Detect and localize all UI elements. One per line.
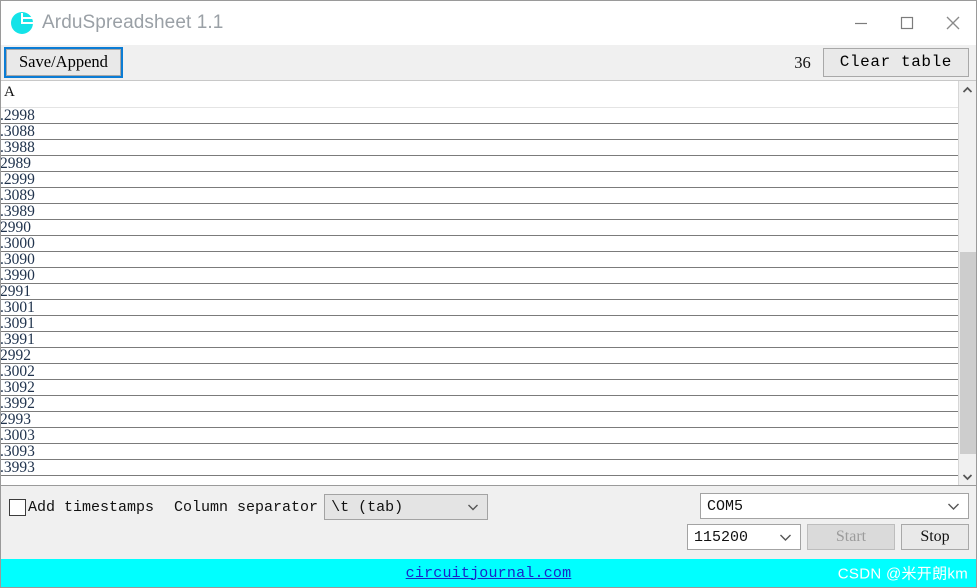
baud-rate-value: 115200	[694, 528, 749, 546]
window-controls	[838, 1, 976, 45]
bottom-panel: Add timestamps Column separator \t (tab)…	[1, 485, 976, 559]
scroll-down-button[interactable]	[959, 468, 976, 485]
minimize-icon	[853, 15, 869, 31]
arduspreadsheet-logo-icon	[11, 12, 33, 34]
table-cell: .3989	[1, 204, 35, 220]
serial-controls: COM5 115200 Start Stop	[687, 493, 969, 550]
table-cell: .3090	[1, 252, 35, 268]
add-timestamps-label: Add timestamps	[28, 498, 155, 516]
table-cell: .3003	[1, 428, 35, 444]
stop-button[interactable]: Stop	[901, 524, 969, 550]
chevron-down-icon	[467, 503, 487, 511]
table-row[interactable]: .3993	[1, 460, 958, 476]
watermark-label: CSDN @米开朗km	[837, 565, 968, 583]
table-cell: .3001	[1, 300, 35, 316]
column-separator-select[interactable]: \t (tab)	[324, 494, 489, 520]
column-separator-value: \t (tab)	[331, 498, 404, 516]
table-cell: .3991	[1, 332, 35, 348]
table-cell: 2990	[1, 220, 31, 236]
table-cell: .3002	[1, 364, 35, 380]
table-row[interactable]: 2993	[1, 412, 958, 428]
serial-action-row: 115200 Start Stop	[687, 524, 969, 550]
close-icon	[944, 14, 962, 32]
table-row[interactable]: .3991	[1, 332, 958, 348]
table-row[interactable]: .3988	[1, 140, 958, 156]
maximize-icon	[899, 15, 915, 31]
table-row[interactable]: 2991	[1, 284, 958, 300]
column-header-row: A	[1, 81, 958, 108]
table-cell: .3993	[1, 460, 35, 476]
row-count-label: 36	[794, 52, 811, 72]
table-row[interactable]: .3000	[1, 236, 958, 252]
serial-port-select[interactable]: COM5	[700, 493, 969, 519]
table-row[interactable]: .3093	[1, 444, 958, 460]
table-row[interactable]: .3989	[1, 204, 958, 220]
chevron-down-icon	[962, 468, 973, 486]
scrollbar-thumb[interactable]	[960, 252, 976, 454]
app-window: ArduSpreadsheet 1.1 Save/Append 36 Clear…	[0, 0, 977, 588]
table-cell: 2993	[1, 412, 31, 428]
table-cell: 2992	[1, 348, 31, 364]
spreadsheet-grid[interactable]: A .2998.3088.3988 2989.2999.3089.3989 2990…	[1, 81, 958, 485]
data-rows: .2998.3088.3988 2989.2999.3089.3989 2990.3…	[1, 108, 958, 476]
table-row[interactable]: .3992	[1, 396, 958, 412]
table-cell: .3093	[1, 444, 35, 460]
table-cell: .3000	[1, 236, 35, 252]
start-button[interactable]: Start	[807, 524, 895, 550]
table-row[interactable]: .2999	[1, 172, 958, 188]
table-row[interactable]: .3002	[1, 364, 958, 380]
serial-port-value: COM5	[707, 497, 744, 515]
footer-bar: circuitjournal.com CSDN @米开朗km	[1, 559, 976, 587]
table-row[interactable]: .3090	[1, 252, 958, 268]
table-row[interactable]: .3990	[1, 268, 958, 284]
table-row[interactable]: 2990	[1, 220, 958, 236]
chevron-up-icon	[962, 81, 973, 99]
maximize-button[interactable]	[884, 1, 930, 45]
table-cell: 2989	[1, 156, 31, 172]
table-cell: .3091	[1, 316, 35, 332]
add-timestamps-checkbox[interactable]	[9, 498, 26, 516]
toolbar: Save/Append 36 Clear table	[1, 45, 976, 81]
chevron-down-icon	[947, 502, 968, 511]
window-title: ArduSpreadsheet 1.1	[42, 12, 224, 33]
table-row[interactable]: .3092	[1, 380, 958, 396]
table-cell: 2991	[1, 284, 31, 300]
save-append-focus-ring: Save/Append	[4, 46, 123, 79]
column-header-a[interactable]: A	[1, 81, 15, 101]
vertical-scrollbar[interactable]	[958, 81, 976, 485]
scroll-up-button[interactable]	[959, 81, 976, 98]
table-cell: .3992	[1, 396, 35, 412]
table-cell: .3092	[1, 380, 35, 396]
table-cell: .2999	[1, 172, 35, 188]
table-cell: .3988	[1, 140, 35, 156]
table-row[interactable]: .2998	[1, 108, 958, 124]
close-button[interactable]	[930, 1, 976, 45]
table-row[interactable]: .3088	[1, 124, 958, 140]
table-cell: .3089	[1, 188, 35, 204]
table-row[interactable]: .3091	[1, 316, 958, 332]
table-row[interactable]: 2989	[1, 156, 958, 172]
table-cell: .2998	[1, 108, 35, 124]
table-area: A .2998.3088.3988 2989.2999.3089.3989 2990…	[1, 81, 976, 485]
baud-rate-select[interactable]: 115200	[687, 524, 801, 550]
circuitjournal-link[interactable]: circuitjournal.com	[406, 565, 572, 582]
save-append-button[interactable]: Save/Append	[6, 48, 121, 77]
table-cell: .3088	[1, 124, 35, 140]
title-bar: ArduSpreadsheet 1.1	[1, 1, 976, 45]
table-row[interactable]: 2992	[1, 348, 958, 364]
minimize-button[interactable]	[838, 1, 884, 45]
clear-table-button[interactable]: Clear table	[822, 48, 969, 77]
table-cell: .3990	[1, 268, 35, 284]
column-separator-label: Column separator	[174, 498, 319, 516]
table-row[interactable]: .3003	[1, 428, 958, 444]
options-row: Add timestamps Column separator \t (tab)	[9, 494, 489, 520]
table-row[interactable]: .3001	[1, 300, 958, 316]
table-row[interactable]: .3089	[1, 188, 958, 204]
chevron-down-icon	[779, 533, 800, 542]
scrollbar-track[interactable]	[959, 98, 976, 468]
